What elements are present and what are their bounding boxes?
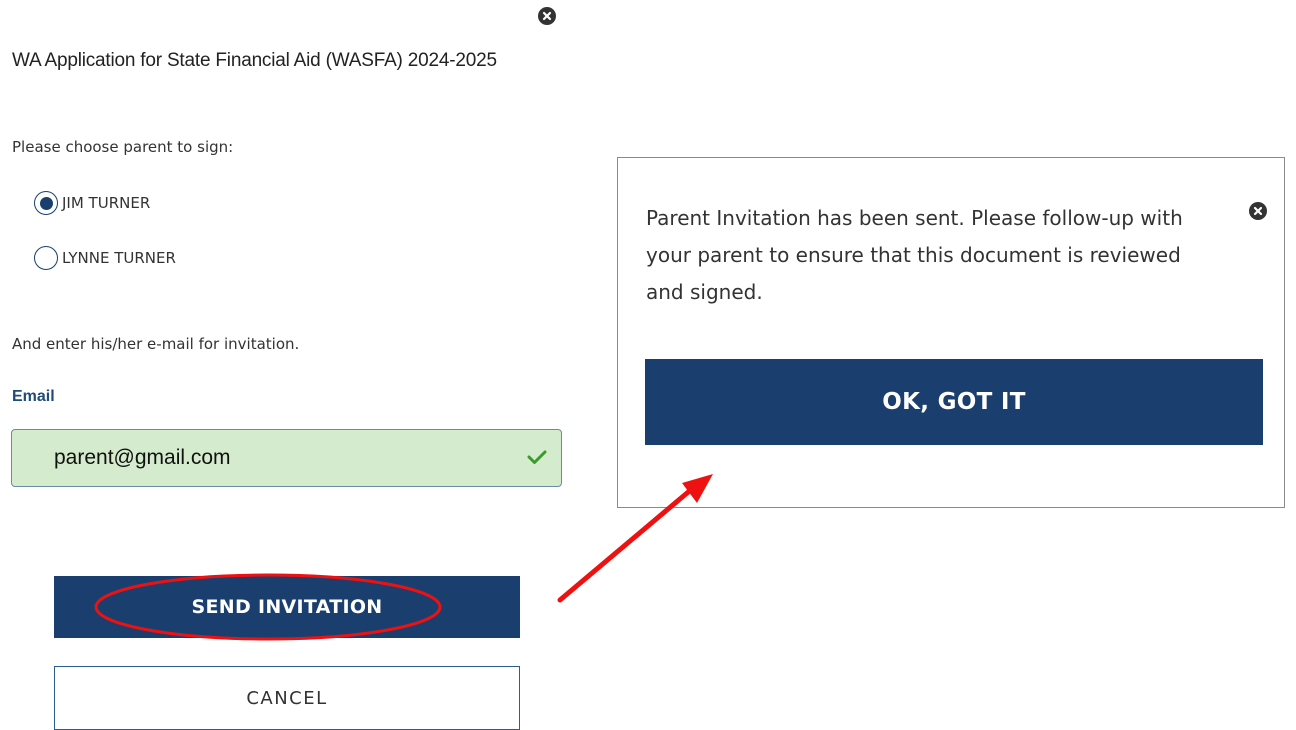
ok-got-it-button[interactable]: OK, GOT IT bbox=[645, 359, 1263, 445]
ok-got-it-label: OK, GOT IT bbox=[882, 389, 1026, 415]
email-input[interactable] bbox=[54, 440, 484, 476]
dialog-title: WA Application for State Financial Aid (… bbox=[12, 50, 497, 71]
radio-button-selected[interactable] bbox=[34, 191, 58, 215]
radio-dot bbox=[39, 196, 53, 210]
radio-option-jim-turner[interactable]: JIM TURNER bbox=[34, 191, 150, 215]
send-invitation-label: SEND INVITATION bbox=[191, 596, 383, 618]
email-field[interactable] bbox=[11, 429, 562, 487]
form-close-icon[interactable] bbox=[538, 7, 556, 25]
confirmation-popup: Parent Invitation has been sent. Please … bbox=[617, 157, 1285, 508]
radio-label: JIM TURNER bbox=[62, 194, 151, 212]
invite-prompt: And enter his/her e-mail for invitation. bbox=[12, 335, 300, 353]
email-label: Email bbox=[12, 388, 55, 405]
popup-close-icon[interactable] bbox=[1249, 202, 1267, 220]
send-invitation-button[interactable]: SEND INVITATION bbox=[54, 576, 520, 638]
cancel-button[interactable]: CANCEL bbox=[54, 666, 520, 730]
radio-option-lynne-turner[interactable]: LYNNE TURNER bbox=[34, 246, 176, 270]
popup-message: Parent Invitation has been sent. Please … bbox=[646, 206, 1183, 304]
check-icon bbox=[527, 450, 547, 464]
choose-parent-prompt: Please choose parent to sign: bbox=[12, 138, 234, 156]
cancel-label: CANCEL bbox=[246, 687, 328, 709]
radio-button-unselected[interactable] bbox=[34, 246, 58, 270]
radio-label: LYNNE TURNER bbox=[62, 249, 176, 267]
